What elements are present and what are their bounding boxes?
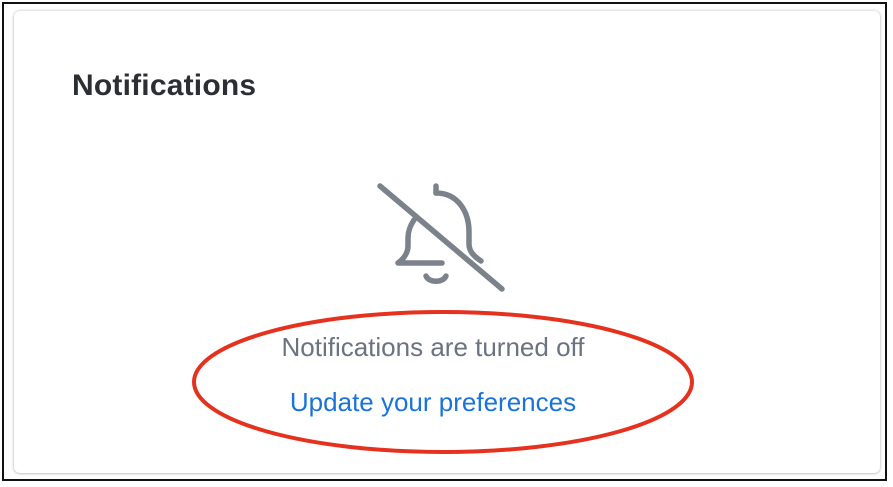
notifications-off-message: Notifications are turned off (281, 332, 585, 362)
panel-title: Notifications (72, 69, 257, 102)
update-preferences-link[interactable]: Update your preferences (268, 386, 598, 418)
bell-off-icon (377, 183, 505, 292)
